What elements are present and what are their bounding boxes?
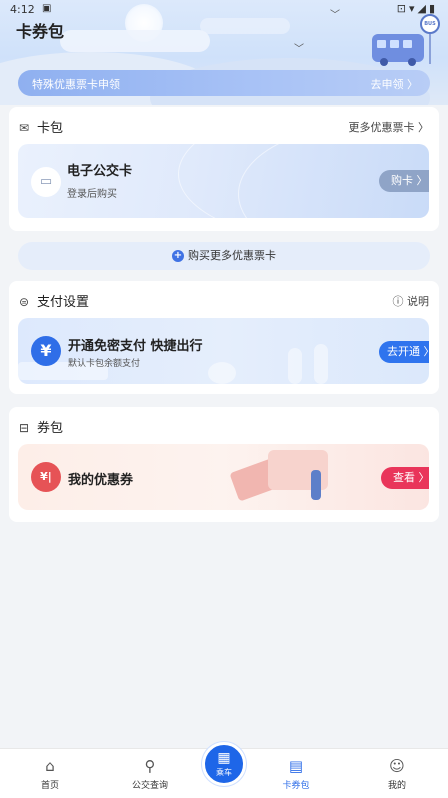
- bus-card-icon: ▭: [31, 167, 61, 197]
- view-coupons-button[interactable]: 查看 〉: [381, 467, 429, 489]
- tab-label: 我的: [387, 781, 406, 791]
- ride-button[interactable]: ▦ 乘车: [202, 742, 246, 786]
- coupon-icon: ⊟: [19, 421, 30, 435]
- ride-label: 乘车: [216, 768, 232, 777]
- bus-window: [403, 40, 412, 48]
- status-icons: ⊡▾◢▮: [397, 2, 438, 15]
- heart-decoration: [208, 362, 236, 384]
- tab-bus-query[interactable]: ⚲ 公交查询: [118, 749, 182, 798]
- pay-promo-subtitle: 默认卡包余额支付: [68, 359, 141, 369]
- buy-more-passes-button[interactable]: + 购买更多优惠票卡: [18, 242, 430, 270]
- passwordless-pay-promo[interactable]: ¥ 开通免密支付 快捷出行 默认卡包余额支付 去开通 〉: [18, 318, 429, 384]
- tree-decoration: [314, 344, 328, 384]
- bus-card-subtitle: 登录后购买: [67, 189, 117, 200]
- qr-code-icon: ▦: [217, 750, 231, 766]
- buy-more-label: 购买更多优惠票卡: [188, 249, 276, 262]
- plus-icon: +: [172, 250, 184, 262]
- bus-window: [377, 40, 386, 48]
- my-coupons-title: 我的优惠券: [68, 473, 134, 488]
- cloud-decoration: [200, 18, 290, 34]
- payment-settings-section: ⊜ 支付设置 ⓘ 说明 ¥ 开通免密支付 快捷出行 默认卡包余额支付 去开通 〉: [9, 281, 439, 394]
- bus-wheel: [408, 58, 416, 66]
- wallet-icon: ▤: [288, 757, 304, 775]
- bus-window: [390, 40, 399, 48]
- info-icon: ⓘ: [392, 295, 404, 308]
- more-passes-link[interactable]: 更多优惠票卡 〉: [349, 119, 430, 135]
- route-icon: ⚲: [144, 757, 156, 775]
- tab-profile[interactable]: ☺ 我的: [365, 749, 429, 798]
- person-decoration: [311, 470, 321, 500]
- page-title: 卡券包: [16, 22, 65, 41]
- section-title-text: 支付设置: [37, 295, 90, 310]
- profile-icon: ☺: [389, 757, 405, 775]
- tab-wallet[interactable]: ▤ 卡券包: [264, 749, 328, 798]
- tab-label: 卡券包: [282, 781, 310, 791]
- buy-card-button[interactable]: 购卡 〉: [379, 170, 429, 192]
- chevron-down-icon: ﹀: [330, 10, 340, 21]
- bus-illustration: [372, 34, 424, 62]
- card-wallet-icon: ✉: [19, 121, 30, 135]
- section-title-payment: ⊜ 支付设置: [19, 291, 89, 310]
- help-label: 说明: [407, 295, 429, 308]
- signal-icon: ◢: [417, 2, 429, 15]
- status-time: 4:12: [10, 3, 35, 16]
- payment-help-link[interactable]: ⓘ 说明: [393, 293, 430, 309]
- coupon-section: ⊟ 券包 ¥| 我的优惠券 查看 〉: [9, 407, 439, 522]
- apply-link[interactable]: 去申领 〉: [371, 76, 419, 92]
- section-title-coupon: ⊟ 券包: [19, 417, 63, 436]
- tree-decoration: [288, 348, 302, 384]
- vibrate-icon: ⊡: [396, 2, 409, 15]
- enable-pay-button[interactable]: 去开通 〉: [379, 341, 429, 363]
- section-title-card: ✉ 卡包: [19, 117, 63, 136]
- my-coupons-card[interactable]: ¥| 我的优惠券 查看 〉: [18, 444, 429, 510]
- special-pass-banner[interactable]: 特殊优惠票卡申领 去申领 〉: [18, 70, 430, 96]
- status-bar: 4:12 ▣ ⊡▾◢▮: [0, 0, 448, 20]
- tab-label: 首页: [40, 781, 59, 791]
- cloud-decoration: [60, 30, 210, 52]
- card-wallet-section: ✉ 卡包 更多优惠票卡 〉 ▭ 电子公交卡 登录后购买 购卡 〉: [9, 107, 439, 231]
- promo-text: 特殊优惠票卡申领: [32, 78, 120, 91]
- section-title-text: 券包: [37, 421, 64, 436]
- tab-home[interactable]: ⌂ 首页: [18, 749, 82, 798]
- yen-icon: ¥: [31, 336, 61, 366]
- chevron-down-icon[interactable]: ﹀: [294, 40, 304, 55]
- bus-stop-sign-icon: BUS: [420, 14, 440, 34]
- bus-card-title: 电子公交卡: [67, 164, 133, 179]
- bus-wheel: [380, 58, 388, 66]
- sim-icon: ▣: [42, 3, 52, 14]
- pay-promo-title: 开通免密支付 快捷出行: [68, 339, 203, 354]
- payment-settings-icon: ⊜: [19, 295, 30, 309]
- home-icon: ⌂: [45, 757, 55, 775]
- coupon-badge-icon: ¥|: [31, 462, 61, 492]
- electronic-bus-card[interactable]: ▭ 电子公交卡 登录后购买 购卡 〉: [18, 144, 429, 218]
- section-title-text: 卡包: [37, 121, 64, 136]
- bus-stop-pole: [429, 34, 431, 64]
- tab-label: 公交查询: [131, 781, 168, 791]
